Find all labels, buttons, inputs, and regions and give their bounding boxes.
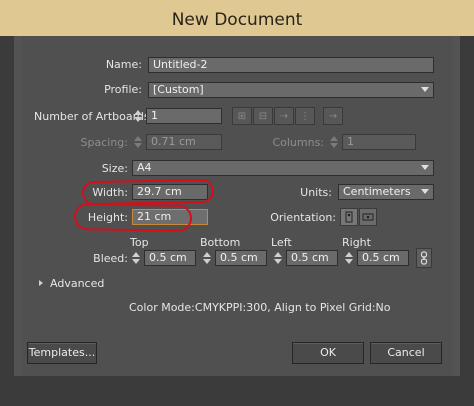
- bleed-left-label: Left: [271, 236, 292, 249]
- new-document-dialog: New Document Name: Untitled-2 Profile: […: [0, 0, 474, 406]
- columns-input[interactable]: 1: [342, 134, 416, 150]
- arrange-by-column-icon[interactable]: ⋮: [295, 107, 315, 125]
- profile-label: Profile:: [104, 83, 142, 96]
- chevron-down-icon: [421, 189, 429, 194]
- chevron-down-icon: [421, 87, 429, 92]
- size-label: Size:: [101, 162, 128, 175]
- stepper-down-icon: [274, 259, 282, 264]
- landscape-icon[interactable]: [359, 208, 377, 226]
- columns-stepper[interactable]: [328, 134, 340, 150]
- stepper-down-icon: [134, 143, 142, 148]
- bleed-right-input[interactable]: 0.5 cm: [357, 250, 409, 266]
- units-value: Centimeters: [343, 185, 411, 198]
- templates-button[interactable]: Templates...: [27, 342, 97, 364]
- advanced-toggle[interactable]: Advanced: [50, 277, 104, 290]
- change-to-rtl-icon[interactable]: →: [323, 107, 343, 125]
- stepper-up-icon: [345, 252, 353, 257]
- height-annotation-circle: [73, 202, 193, 233]
- bleed-right-label: Right: [342, 236, 371, 249]
- units-dropdown[interactable]: Centimeters: [338, 184, 434, 200]
- bleed-left-stepper[interactable]: [272, 250, 284, 266]
- size-dropdown[interactable]: A4: [132, 160, 434, 176]
- columns-label: Columns:: [272, 136, 324, 149]
- stepper-up-icon: [134, 136, 142, 141]
- stepper-up-icon: [134, 110, 142, 115]
- width-annotation-circle: [81, 178, 215, 206]
- stepper-down-icon: [203, 259, 211, 264]
- link-icon[interactable]: [416, 248, 432, 268]
- portrait-icon[interactable]: [340, 208, 358, 226]
- expand-triangle-icon[interactable]: [39, 280, 43, 286]
- name-label: Name:: [105, 58, 142, 71]
- dialog-title: New Document: [171, 10, 303, 30]
- stepper-down-icon: [345, 259, 353, 264]
- bleed-label: Bleed:: [93, 252, 128, 265]
- bleed-top-label: Top: [130, 236, 149, 249]
- stepper-down-icon: [132, 259, 140, 264]
- bleed-left-input[interactable]: 0.5 cm: [286, 250, 338, 266]
- spacing-input[interactable]: 0.71 cm: [146, 134, 222, 150]
- stepper-down-icon: [134, 117, 142, 122]
- bleed-top-stepper[interactable]: [130, 250, 142, 266]
- bleed-bottom-input[interactable]: 0.5 cm: [215, 250, 267, 266]
- grid-by-row-icon[interactable]: ⊞: [232, 107, 252, 125]
- bleed-bottom-label: Bottom: [200, 236, 241, 249]
- dialog-frame: Name: Untitled-2 Profile: [Custom] Numbe…: [14, 36, 460, 376]
- color-mode-summary: Color Mode:CMYKPPI:300, Align to Pixel G…: [129, 301, 391, 314]
- stepper-up-icon: [132, 252, 140, 257]
- artboards-input[interactable]: 1: [146, 108, 222, 124]
- stepper-up-icon: [274, 252, 282, 257]
- stepper-up-icon: [330, 136, 338, 141]
- dialog-content: Name: Untitled-2 Profile: [Custom] Numbe…: [22, 36, 452, 376]
- arrange-by-row-icon[interactable]: ⇢: [274, 107, 294, 125]
- artboards-stepper[interactable]: [132, 108, 144, 124]
- bleed-bottom-stepper[interactable]: [201, 250, 213, 266]
- bleed-right-stepper[interactable]: [343, 250, 355, 266]
- title-bar: New Document: [0, 0, 474, 36]
- profile-value: [Custom]: [153, 83, 204, 96]
- cancel-button[interactable]: Cancel: [370, 342, 442, 364]
- spacing-stepper[interactable]: [132, 134, 144, 150]
- ok-button[interactable]: OK: [292, 342, 364, 364]
- orientation-label: Orientation:: [270, 211, 336, 224]
- grid-by-column-icon[interactable]: ⊟: [253, 107, 273, 125]
- bleed-top-input[interactable]: 0.5 cm: [144, 250, 196, 266]
- profile-dropdown[interactable]: [Custom]: [148, 82, 434, 98]
- chevron-down-icon: [421, 165, 429, 170]
- size-value: A4: [137, 161, 152, 174]
- spacing-label: Spacing:: [80, 136, 128, 149]
- stepper-up-icon: [203, 252, 211, 257]
- name-input[interactable]: Untitled-2: [148, 57, 434, 73]
- units-label: Units:: [300, 186, 332, 199]
- stepper-down-icon: [330, 143, 338, 148]
